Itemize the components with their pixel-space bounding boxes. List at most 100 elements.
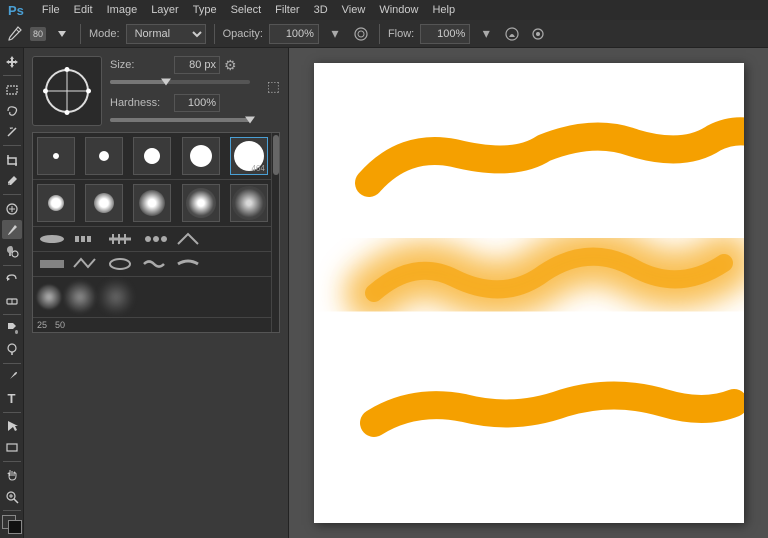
wand-icon bbox=[5, 125, 19, 139]
path-selection-tool[interactable] bbox=[2, 417, 22, 436]
preset-6[interactable] bbox=[37, 184, 75, 222]
tool-sep-1 bbox=[3, 75, 21, 76]
move-icon bbox=[5, 55, 19, 69]
menu-view[interactable]: View bbox=[336, 2, 372, 18]
crosshair-v bbox=[67, 71, 68, 111]
clone-stamp-tool[interactable] bbox=[2, 241, 22, 260]
menu-edit[interactable]: Edit bbox=[68, 2, 99, 18]
preset-5[interactable]: 464 bbox=[230, 137, 268, 175]
canvas-area[interactable] bbox=[289, 48, 768, 538]
specialty-brush-3 bbox=[105, 230, 135, 248]
canvas[interactable] bbox=[314, 63, 744, 523]
menu-file[interactable]: File bbox=[36, 2, 66, 18]
preset-4[interactable] bbox=[182, 137, 220, 175]
menu-filter[interactable]: Filter bbox=[269, 2, 305, 18]
flow-input[interactable] bbox=[420, 24, 470, 44]
text-tool-label: T bbox=[8, 391, 16, 406]
eraser-tool[interactable] bbox=[2, 291, 22, 310]
foreground-background-colors[interactable] bbox=[2, 515, 22, 534]
scrollbar-thumb[interactable] bbox=[273, 135, 279, 175]
specialty-6[interactable] bbox=[37, 255, 67, 273]
preset-9[interactable] bbox=[182, 184, 220, 222]
shape-icon bbox=[5, 440, 19, 454]
crop-tool[interactable] bbox=[2, 150, 22, 169]
opacity-label: Opacity: bbox=[223, 28, 263, 40]
menu-select[interactable]: Select bbox=[225, 2, 268, 18]
tool-sep-9 bbox=[3, 510, 21, 511]
opacity-input[interactable] bbox=[269, 24, 319, 44]
tool-sep-8 bbox=[3, 461, 21, 462]
history-brush-tool[interactable] bbox=[2, 270, 22, 289]
menu-window[interactable]: Window bbox=[373, 2, 424, 18]
soft-3[interactable] bbox=[99, 280, 133, 314]
preset-3[interactable] bbox=[133, 137, 171, 175]
brush-settings-icon[interactable]: ⚙ bbox=[224, 57, 237, 74]
history-icon bbox=[5, 272, 19, 286]
zoom-tool[interactable] bbox=[2, 487, 22, 506]
hand-tool[interactable] bbox=[2, 466, 22, 485]
copy-to-layer-icon[interactable]: ⬚ bbox=[267, 78, 280, 95]
pen-pressure-opacity-icon[interactable] bbox=[502, 24, 522, 44]
soft-2[interactable] bbox=[65, 282, 95, 312]
preset-2[interactable] bbox=[85, 137, 123, 175]
pen-pressure-svg bbox=[504, 26, 520, 42]
pen-tool[interactable] bbox=[2, 368, 22, 387]
sep-3 bbox=[379, 24, 380, 44]
preset-1[interactable] bbox=[37, 137, 75, 175]
menu-help[interactable]: Help bbox=[426, 2, 461, 18]
flow-dropdown-icon[interactable]: ▾ bbox=[476, 24, 496, 44]
specialty-brush-2 bbox=[71, 230, 101, 248]
paint-bucket-tool[interactable] bbox=[2, 319, 22, 338]
move-tool[interactable] bbox=[2, 52, 22, 71]
tool-sep-3 bbox=[3, 194, 21, 195]
specialty-7[interactable] bbox=[71, 255, 101, 273]
specialty-8[interactable] bbox=[105, 255, 135, 273]
preset-8[interactable] bbox=[133, 184, 171, 222]
shape-tool[interactable] bbox=[2, 438, 22, 457]
specialty-1[interactable] bbox=[37, 230, 67, 248]
airbrush-icon[interactable] bbox=[351, 24, 371, 44]
soft-1[interactable] bbox=[37, 285, 61, 309]
preset-10[interactable] bbox=[230, 184, 268, 222]
specialty-4[interactable] bbox=[139, 230, 169, 248]
magic-wand-tool[interactable] bbox=[2, 122, 22, 141]
specialty-brush-5 bbox=[173, 230, 203, 248]
specialty-3[interactable] bbox=[105, 230, 135, 248]
hardness-input[interactable] bbox=[174, 94, 220, 112]
opacity-dropdown-icon[interactable]: ▾ bbox=[325, 24, 345, 44]
mode-dropdown[interactable]: Normal bbox=[126, 24, 206, 44]
pen-icon bbox=[5, 370, 19, 384]
marquee-tool[interactable] bbox=[2, 80, 22, 99]
sep-1 bbox=[80, 24, 81, 44]
pen-pressure-flow-icon[interactable] bbox=[528, 24, 548, 44]
menu-layer[interactable]: Layer bbox=[145, 2, 185, 18]
specialty-brush-10 bbox=[173, 255, 203, 273]
presets-scrollbar[interactable] bbox=[271, 133, 279, 332]
healing-brush-tool[interactable] bbox=[2, 199, 22, 218]
preset-7[interactable] bbox=[85, 184, 123, 222]
specialty-5[interactable] bbox=[173, 230, 203, 248]
size-row: Size: ⚙ bbox=[110, 56, 280, 74]
menu-3d[interactable]: 3D bbox=[308, 2, 334, 18]
menu-image[interactable]: Image bbox=[101, 2, 144, 18]
specialty-2[interactable] bbox=[71, 230, 101, 248]
extras-row-1 bbox=[33, 226, 279, 251]
brush-tool[interactable] bbox=[2, 220, 22, 239]
size-input[interactable] bbox=[174, 56, 220, 74]
tool-sep-5 bbox=[3, 314, 21, 315]
size-slider[interactable] bbox=[110, 80, 250, 84]
eyedropper-tool[interactable] bbox=[2, 171, 22, 190]
dodge-tool[interactable] bbox=[2, 340, 22, 359]
text-tool[interactable]: T bbox=[2, 389, 22, 408]
hardness-slider[interactable] bbox=[110, 118, 250, 122]
specialty-10[interactable] bbox=[173, 255, 203, 273]
menu-type[interactable]: Type bbox=[187, 2, 223, 18]
lasso-tool[interactable] bbox=[2, 101, 22, 120]
specialty-9[interactable] bbox=[139, 255, 169, 273]
canvas-svg bbox=[314, 63, 744, 523]
brush-panel: Size: ⚙ ⬚ Hardness: bbox=[24, 48, 289, 538]
tool-sep-4 bbox=[3, 265, 21, 266]
brush-options-icon[interactable] bbox=[52, 24, 72, 44]
brush-tool-icon[interactable] bbox=[6, 25, 24, 43]
path-sel-icon bbox=[5, 419, 19, 433]
